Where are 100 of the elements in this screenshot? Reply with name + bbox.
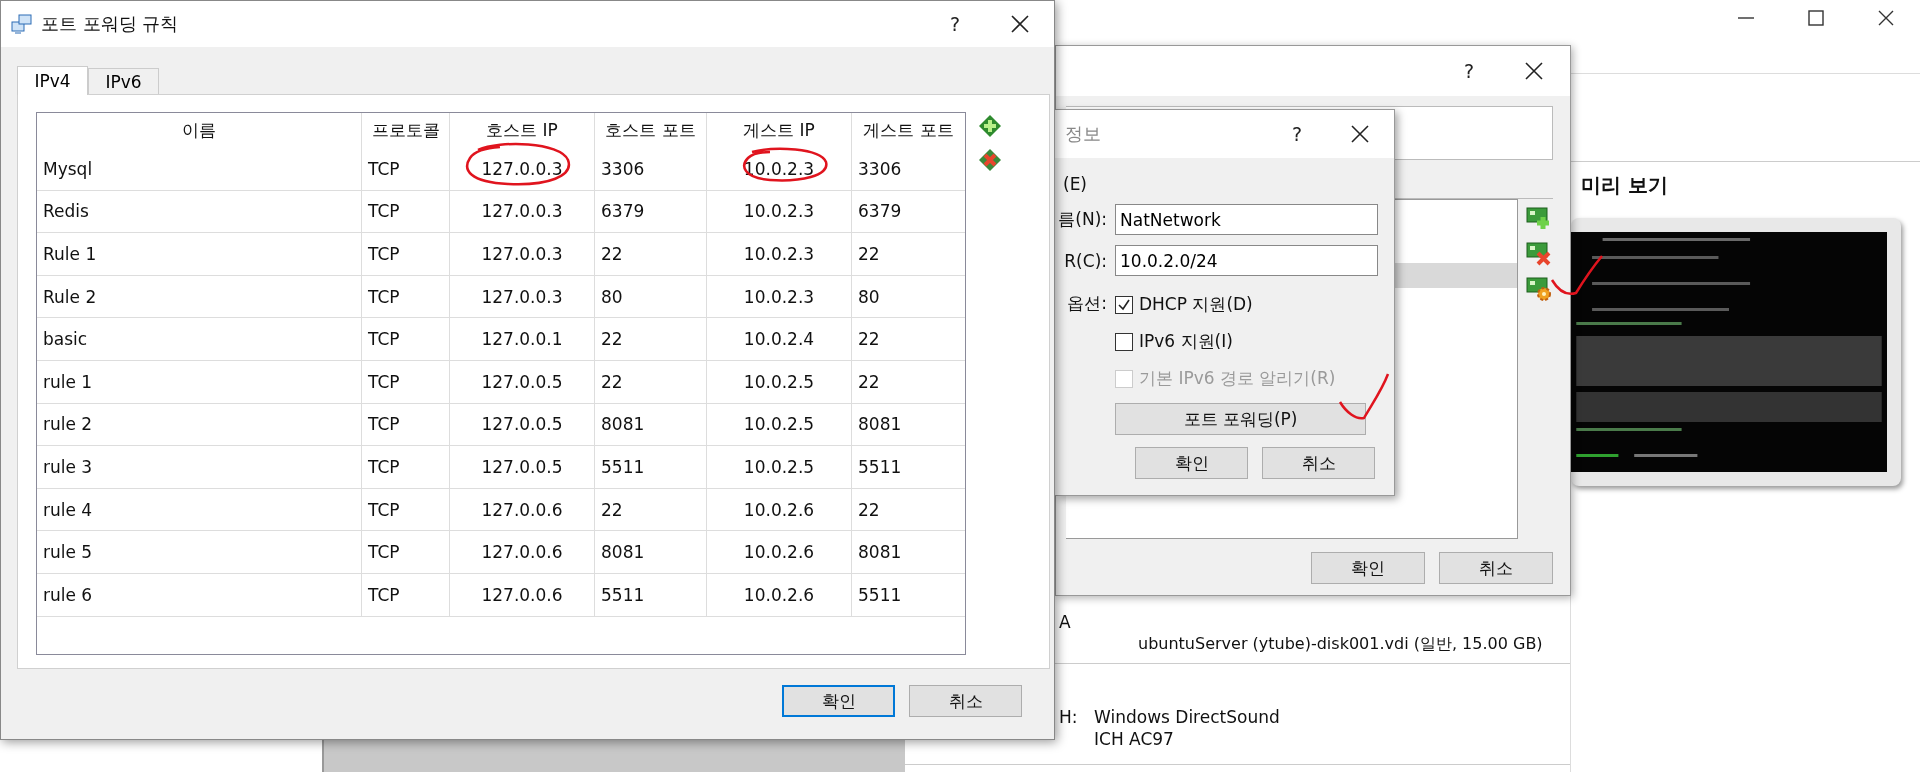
checkbox-label: DHCP 지원(D) <box>1139 293 1253 316</box>
field-label: 름(N): <box>1057 208 1107 231</box>
column-header[interactable]: 게스트 IP <box>707 113 852 148</box>
table-cell: Rule 2 <box>37 275 362 318</box>
table-cell: 10.0.2.5 <box>707 403 852 446</box>
table-cell-text: 22 <box>857 498 881 522</box>
table-cell-text: 22 <box>857 328 881 352</box>
dialog-button[interactable]: 취소 <box>1439 552 1553 584</box>
table-cell: rule 1 <box>37 360 362 403</box>
dialog-button[interactable]: 취소 <box>1262 447 1375 479</box>
options-label: 옵션: <box>1066 292 1107 315</box>
maximize-icon[interactable] <box>1806 8 1826 28</box>
table-cell: TCP <box>362 403 450 446</box>
table-cell: Rule 1 <box>37 233 362 275</box>
table-cell: 10.0.2.3 <box>707 148 852 190</box>
help-button[interactable]: ? <box>1463 60 1474 82</box>
column-header[interactable]: 호스트 포트 <box>595 113 707 148</box>
storage-label: A <box>1059 612 1071 632</box>
checkbox[interactable] <box>1115 295 1133 314</box>
close-icon[interactable] <box>1524 61 1544 81</box>
input-field[interactable]: 10.0.2.0/24 <box>1115 245 1378 276</box>
table-cell: TCP <box>362 233 450 275</box>
table-cell: 10.0.2.3 <box>707 190 852 233</box>
table-cell: 22 <box>595 360 707 403</box>
column-header[interactable]: 게스트 포트 <box>852 113 965 148</box>
table-cell: 10.0.2.6 <box>707 573 852 616</box>
close-icon[interactable] <box>1010 14 1030 34</box>
table-cell: 5511 <box>595 446 707 488</box>
checkbox[interactable] <box>1115 332 1133 351</box>
table-cell: TCP <box>362 318 450 360</box>
table-cell: rule 4 <box>37 488 362 531</box>
table-cell: TCP <box>362 360 450 403</box>
network-settings-icon[interactable] <box>1526 275 1552 301</box>
remove-network-icon[interactable] <box>1526 240 1552 266</box>
table-cell: 10.0.2.6 <box>707 531 852 573</box>
table-cell: 10.0.2.3 <box>707 233 852 275</box>
dialog-button[interactable]: 취소 <box>909 685 1022 717</box>
add-rule-icon[interactable] <box>978 114 1002 138</box>
table-cell: 10.0.2.4 <box>707 318 852 360</box>
table-cell: TCP <box>362 573 450 616</box>
table-cell: 127.0.0.3 <box>450 190 595 233</box>
table-cell: 127.0.0.1 <box>450 318 595 360</box>
table-cell: rule 3 <box>37 446 362 488</box>
table-cell-text: 5511 <box>857 583 903 607</box>
column-header[interactable]: 프로토콜 <box>362 113 450 148</box>
table-cell: rule 5 <box>37 531 362 573</box>
table-cell-text: 8081 <box>857 541 903 565</box>
table-cell: 127.0.0.3 <box>450 233 595 275</box>
table-cell: Redis <box>37 190 362 233</box>
table-cell-text: 6379 <box>857 200 903 224</box>
table-cell-text: 3306 <box>857 157 903 181</box>
table-cell: 127.0.0.5 <box>450 403 595 446</box>
remove-rule-icon[interactable] <box>978 148 1002 172</box>
tab[interactable]: IPv4 <box>17 66 88 95</box>
close-icon[interactable] <box>1876 8 1896 28</box>
dialog-button[interactable]: 확인 <box>782 685 895 717</box>
tab[interactable]: IPv6 <box>88 68 159 94</box>
table-cell: 6379 <box>595 190 707 233</box>
window-title: 포트 포워딩 규칙 <box>41 12 179 36</box>
table-cell: 10.0.2.5 <box>707 446 852 488</box>
table-cell: rule 6 <box>37 573 362 616</box>
table-cell-text: 8081 <box>857 413 903 437</box>
table-cell: 22 <box>595 233 707 275</box>
port-forwarding-button[interactable]: 포트 포워딩(P) <box>1115 403 1366 435</box>
field-label: R(C): <box>1063 250 1107 271</box>
table-cell: TCP <box>362 531 450 573</box>
table-cell: 80 <box>595 275 707 318</box>
audio-driver-label: H: <box>1059 706 1079 728</box>
column-header[interactable]: 호스트 IP <box>450 113 595 148</box>
disk-text: ubuntuServer (ytube)-disk001.vdi (일반, 15.00 GB) <box>1138 633 1543 655</box>
table-cell-text: 22 <box>857 243 881 266</box>
checkbox-label: IPv6 지원(I) <box>1139 330 1233 353</box>
ink-check-mark <box>1338 373 1390 420</box>
table-cell: 127.0.0.3 <box>450 148 595 190</box>
ink-check-mark <box>1550 255 1603 295</box>
close-icon[interactable] <box>1350 124 1370 144</box>
table-cell: 127.0.0.6 <box>450 488 595 531</box>
table-cell: 3306 <box>595 148 707 190</box>
table-cell: Mysql <box>37 148 362 190</box>
window-title: 정보 <box>1065 122 1101 146</box>
table-cell: 127.0.0.5 <box>450 446 595 488</box>
table-cell: 22 <box>595 488 707 531</box>
table-cell: TCP <box>362 275 450 318</box>
table-cell: rule 2 <box>37 403 362 446</box>
table-cell: 10.0.2.6 <box>707 488 852 531</box>
network-window-icon <box>11 13 33 35</box>
add-network-icon[interactable] <box>1526 205 1552 231</box>
table-cell: 10.0.2.3 <box>707 275 852 318</box>
table-cell: TCP <box>362 488 450 531</box>
help-button[interactable]: ? <box>1291 123 1302 145</box>
table-cell: 5511 <box>595 573 707 616</box>
help-button[interactable]: ? <box>949 13 960 35</box>
audio-controller-text: ICH AC97 <box>1094 728 1174 750</box>
table-cell: 8081 <box>595 403 707 446</box>
input-field[interactable]: NatNetwork <box>1115 204 1378 235</box>
dialog-button[interactable]: 확인 <box>1311 552 1425 584</box>
dialog-button[interactable]: 확인 <box>1135 447 1248 479</box>
column-header[interactable]: 이름 <box>37 113 362 148</box>
audio-driver-text: Windows DirectSound <box>1094 706 1280 728</box>
table-cell: 8081 <box>595 531 707 573</box>
